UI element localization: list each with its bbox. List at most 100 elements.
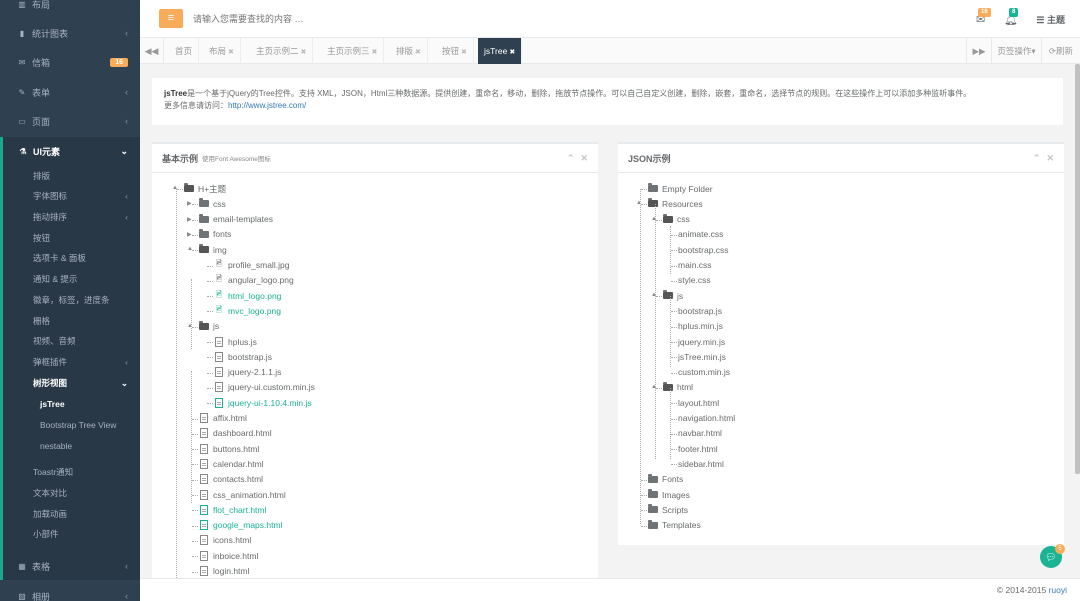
sidebar-sub-typography[interactable]: 排版 [33, 167, 137, 185]
sidebar-item-gallery[interactable]: ▨ 相册 ‹ [0, 586, 140, 601]
tab-home3[interactable]: 主页示例三 ✖ [321, 38, 385, 64]
tree-node[interactable]: sidebar.html [678, 456, 724, 471]
tree-node[interactable]: custom.min.js [678, 365, 730, 380]
tree-node[interactable]: 🖻︎ angular_logo.png [214, 273, 294, 288]
sidebar-subsub-bootstrap-tree[interactable]: Bootstrap Tree View [40, 416, 116, 434]
expand-toggle-icon[interactable]: ▶ [187, 216, 192, 223]
tree-node[interactable]: jquery-ui-1.10.4.min.js [214, 395, 312, 410]
tree-node[interactable]: bootstrap.js [678, 303, 722, 318]
tab-scroll-right-button[interactable]: ▶▶ [966, 38, 991, 64]
tree-node[interactable]: js [663, 288, 683, 303]
tree-node[interactable]: login.html [199, 564, 249, 579]
close-icon[interactable]: ✖ [228, 49, 234, 56]
collapse-toggle-icon[interactable]: ▲ [651, 216, 657, 222]
tree-node[interactable]: hplus.js [214, 334, 257, 349]
collapse-toggle-icon[interactable]: ▲ [172, 185, 178, 191]
tree-node[interactable]: jsTree.min.js [678, 349, 726, 364]
collapse-toggle-icon[interactable]: ▲ [187, 323, 193, 329]
tree-node[interactable]: inboice.html [199, 548, 258, 563]
tree-node[interactable]: H+主题 [184, 181, 226, 196]
close-icon[interactable]: ✖ [415, 49, 421, 56]
sidebar-item-layout[interactable]: ▥ 布局 [0, 0, 140, 14]
sidebar-sub-widgets[interactable]: 小部件 [33, 525, 137, 543]
tab-actions-dropdown[interactable]: 页签操作▾ [991, 38, 1041, 64]
tree-node[interactable]: 🖻︎ html_logo.png [214, 288, 282, 303]
sidebar-sub-notifications[interactable]: 通知 & 提示 [33, 270, 137, 288]
collapse-toggle-icon[interactable]: ▲ [636, 200, 642, 206]
tree-node[interactable]: css [663, 212, 690, 227]
sidebar-sub-tabs-panels[interactable]: 选项卡 & 面板 [33, 249, 137, 267]
tree-node[interactable]: navbar.html [678, 426, 722, 441]
tree-node[interactable]: jquery-ui.custom.min.js [214, 380, 315, 395]
tree-node[interactable]: affix.html [199, 411, 247, 426]
tree-node[interactable]: flot_chart.html [199, 502, 266, 517]
sidebar-sub-grid[interactable]: 栅格 [33, 312, 137, 330]
jstree-link[interactable]: http://www.jstree.com/ [228, 101, 306, 110]
tree-node[interactable]: 🖻︎ mvc_logo.png [214, 303, 281, 318]
tree-node[interactable]: Empty Folder [648, 181, 713, 196]
tree-node[interactable]: calendar.html [199, 456, 264, 471]
tree-node[interactable]: animate.css [678, 227, 723, 242]
tree-node[interactable]: buttons.html [199, 441, 259, 456]
tree-node[interactable]: Templates [648, 518, 701, 533]
theme-button[interactable]: ☰ 主题 [1036, 13, 1065, 26]
sidebar-sub-media[interactable]: 视频、音频 [33, 332, 137, 350]
close-icon[interactable]: ✕ [580, 153, 588, 163]
tree-node[interactable]: bootstrap.css [678, 242, 729, 257]
sidebar-sub-sortable[interactable]: 拖动排序 ‹ [33, 208, 137, 226]
tree-node[interactable]: css_animation.html [199, 487, 286, 502]
tree-node[interactable]: js [199, 319, 219, 334]
close-icon[interactable]: ✖ [372, 49, 378, 56]
tab-buttons[interactable]: 按钮 ✖ [436, 38, 474, 64]
sidebar-sub-toastr[interactable]: Toastr通知 [33, 463, 137, 481]
page-scrollbar[interactable] [1075, 64, 1080, 474]
close-icon[interactable]: ✖ [301, 49, 307, 56]
sidebar-item-ui[interactable]: ⚗ UI元素 ⌄ [0, 141, 140, 161]
close-icon[interactable]: ✖ [461, 49, 467, 56]
tree-node[interactable]: email-templates [199, 212, 273, 227]
tree-node[interactable]: Scripts [648, 502, 688, 517]
sidebar-item-charts[interactable]: ▮ 统计图表 ‹ [0, 23, 140, 43]
tree-node[interactable]: jquery-2.1.1.js [214, 365, 281, 380]
close-icon[interactable]: ✕ [1046, 153, 1054, 163]
tree-node[interactable]: main.css [678, 258, 712, 273]
tab-jstree[interactable]: jsTree ✖ [478, 38, 523, 64]
sidebar-subsub-nestable[interactable]: nestable [40, 437, 72, 455]
sidebar-sub-spinners[interactable]: 加载动画 [33, 505, 137, 523]
tree-node[interactable]: google_maps.html [199, 518, 282, 533]
sidebar-sub-modals[interactable]: 弹框插件 ‹ [33, 353, 137, 371]
tree-node[interactable]: bootstrap.js [214, 349, 272, 364]
tree-node[interactable]: jquery.min.js [678, 334, 725, 349]
tree-node[interactable]: fonts [199, 227, 231, 242]
expand-toggle-icon[interactable]: ▶ [187, 200, 192, 207]
footer-link[interactable]: ruoyi [1049, 585, 1067, 595]
tab-home2[interactable]: 主页示例二 ✖ [250, 38, 314, 64]
tree-node[interactable]: contacts.html [199, 472, 263, 487]
sidebar-item-pages[interactable]: ▭ 页面 ‹ [0, 111, 140, 131]
collapse-toggle-icon[interactable]: ▲ [187, 246, 193, 252]
tab-layout[interactable]: 布局 ✖ [203, 38, 241, 64]
tree-node[interactable]: dashboard.html [199, 426, 272, 441]
tab-home[interactable]: 首页 [169, 38, 200, 64]
tree-node[interactable]: Fonts [648, 472, 683, 487]
collapse-toggle-icon[interactable]: ▲ [651, 384, 657, 390]
sidebar-sub-diff[interactable]: 文本对比 [33, 484, 137, 502]
tree-node[interactable]: layout.html [678, 395, 719, 410]
collapse-toggle-icon[interactable]: ▲ [651, 292, 657, 298]
sidebar-sub-icons[interactable]: 字体图标 ‹ [33, 187, 137, 205]
close-icon[interactable]: ✖ [509, 49, 515, 56]
search-input[interactable] [193, 9, 493, 28]
tab-typography[interactable]: 排版 ✖ [390, 38, 428, 64]
tree-node[interactable]: footer.html [678, 441, 718, 456]
tab-scroll-left-button[interactable]: ◀◀ [140, 38, 164, 64]
refresh-button[interactable]: ⟳刷新 [1041, 38, 1080, 64]
tree-node[interactable]: 🖻︎ profile_small.jpg [214, 258, 290, 273]
tree-node[interactable]: img [199, 242, 227, 257]
sidebar-sub-tree-view[interactable]: 树形视图 ⌄ [33, 374, 137, 392]
chevron-up-icon[interactable]: ⌃ [1033, 153, 1041, 163]
sidebar-subsub-jstree[interactable]: jsTree [40, 395, 65, 413]
chevron-up-icon[interactable]: ⌃ [567, 153, 575, 163]
sidebar-sub-buttons[interactable]: 按钮 [33, 229, 137, 247]
tree-node[interactable]: html [663, 380, 693, 395]
tree-node[interactable]: icons.html [199, 533, 251, 548]
